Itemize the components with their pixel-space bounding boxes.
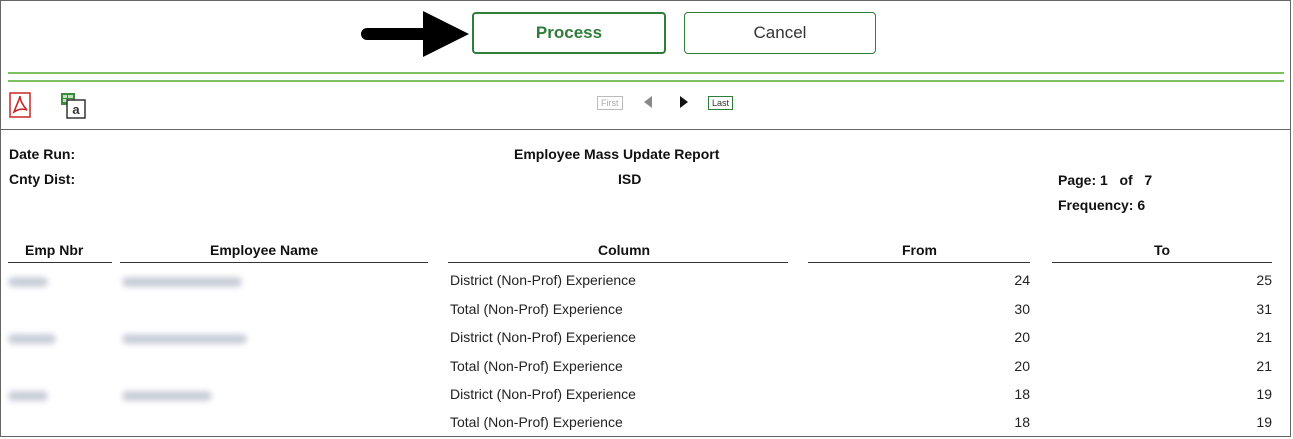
- column-header-emp-nbr: Emp Nbr: [25, 242, 84, 258]
- row-from-value: 18: [1014, 386, 1030, 402]
- pdf-export-icon[interactable]: [9, 92, 31, 118]
- district-name: ISD: [618, 171, 642, 187]
- header-underline: [448, 262, 788, 263]
- row-to-value: 19: [1256, 414, 1272, 430]
- process-button[interactable]: Process: [472, 12, 666, 54]
- redacted-emp-nbr: [8, 334, 56, 344]
- row-to-value: 19: [1256, 386, 1272, 402]
- row-to-value: 21: [1256, 329, 1272, 345]
- divider: [1, 129, 1290, 130]
- last-page-button[interactable]: Last: [708, 96, 734, 110]
- row-column-name: Total (Non-Prof) Experience: [450, 414, 623, 430]
- divider: [8, 72, 1284, 74]
- action-toolbar: Process Cancel: [1, 1, 1290, 71]
- redacted-employee-name: [122, 391, 212, 401]
- frequency-indicator: Frequency: 6: [1058, 197, 1146, 213]
- next-page-icon[interactable]: [678, 95, 690, 109]
- redacted-employee-name: [122, 277, 242, 287]
- report-viewer-toolbar: a First Last: [1, 84, 1290, 128]
- row-column-name: District (Non-Prof) Experience: [450, 386, 636, 402]
- row-column-name: Total (Non-Prof) Experience: [450, 301, 623, 317]
- row-column-name: Total (Non-Prof) Experience: [450, 358, 623, 374]
- row-from-value: 30: [1014, 301, 1030, 317]
- row-to-value: 31: [1256, 301, 1272, 317]
- row-from-value: 20: [1014, 358, 1030, 374]
- column-header-to: To: [1154, 242, 1171, 258]
- column-header-employee-name: Employee Name: [210, 242, 319, 258]
- cancel-button[interactable]: Cancel: [684, 12, 876, 54]
- row-from-value: 18: [1014, 414, 1030, 430]
- column-header-column: Column: [598, 242, 651, 258]
- divider: [8, 80, 1284, 82]
- excel-export-icon[interactable]: a: [59, 91, 87, 119]
- row-column-name: District (Non-Prof) Experience: [450, 272, 636, 288]
- first-page-button[interactable]: First: [597, 96, 623, 110]
- redacted-emp-nbr: [8, 277, 48, 287]
- row-to-value: 21: [1256, 358, 1272, 374]
- header-underline: [1052, 262, 1272, 263]
- header-underline: [120, 262, 428, 263]
- column-header-from: From: [902, 242, 937, 258]
- header-underline: [808, 262, 1030, 263]
- arrow-right-icon: [361, 11, 469, 57]
- row-from-value: 24: [1014, 272, 1030, 288]
- svg-text:a: a: [72, 102, 80, 117]
- header-underline: [8, 262, 112, 263]
- redacted-employee-name: [122, 334, 247, 344]
- cnty-dist-label: Cnty Dist:: [9, 171, 76, 187]
- report-title: Employee Mass Update Report: [514, 146, 720, 162]
- previous-page-icon[interactable]: [642, 95, 654, 109]
- row-to-value: 25: [1256, 272, 1272, 288]
- redacted-emp-nbr: [8, 391, 48, 401]
- date-run-label: Date Run:: [9, 146, 76, 162]
- row-from-value: 20: [1014, 329, 1030, 345]
- page-indicator: Page: 1 of 7: [1058, 172, 1153, 188]
- row-column-name: District (Non-Prof) Experience: [450, 329, 636, 345]
